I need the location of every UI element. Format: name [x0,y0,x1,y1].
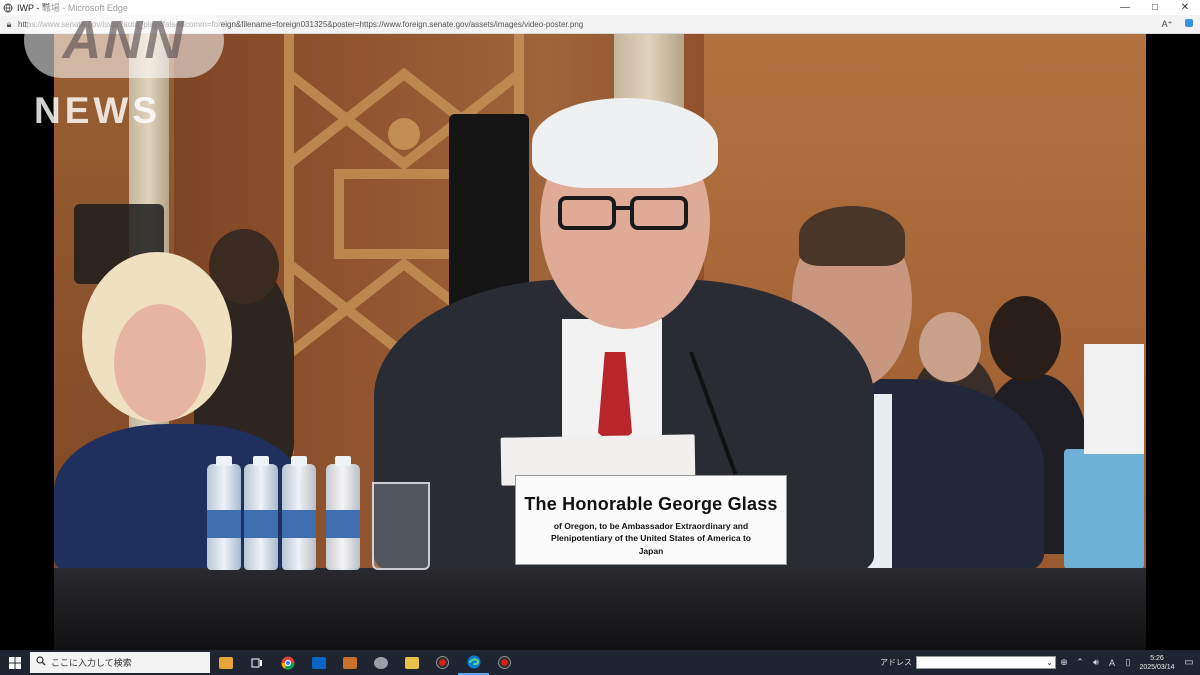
address-toolbar-label: アドレス [880,658,912,667]
hearing-table [54,568,1146,650]
nameplate: The Honorable George Glass of Oregon, to… [515,475,787,565]
minimize-button[interactable]: — [1110,0,1140,15]
chrome-icon[interactable] [272,650,303,675]
network-icon[interactable]: ▯ [1120,657,1136,668]
file-explorer-icon[interactable] [396,650,427,675]
water-bottle [326,456,360,570]
taskbar-clock[interactable]: 5:26 2025/03/14 [1136,654,1178,672]
search-icon [36,656,46,669]
clock-time: 5:26 [1150,654,1164,662]
read-aloud-icon[interactable]: A⁺ [1156,19,1178,30]
news-logo-text: NEWS [34,90,161,131]
chevron-down-icon[interactable]: ⌄ [1046,658,1053,667]
drinking-glass [372,482,430,570]
lock-icon[interactable]: 🔒︎ [0,19,18,30]
water-bottle [282,456,316,570]
speaker-glasses [558,196,688,230]
task-view-icon[interactable] [241,650,272,675]
browser-app-icon [3,3,13,13]
windows-start-icon[interactable] [0,650,30,675]
seated-woman-face [114,304,206,422]
tissue-paper [1084,344,1144,454]
record-icon[interactable] [427,650,458,675]
record-icon[interactable] [489,650,520,675]
copilot-icon[interactable] [1178,18,1200,30]
briefcase-icon[interactable] [210,650,241,675]
water-bottle [244,456,278,570]
ann-news-logo: ANN NEWS [24,2,224,131]
search-placeholder: ここに入力して検索 [51,658,132,668]
maximize-button[interactable]: □ [1140,0,1170,15]
go-arrow-icon[interactable]: ⊕ [1056,657,1072,668]
audience-member-head [989,296,1061,381]
tissue-box [1064,449,1144,569]
windows-taskbar: ここに入力して検索 アドレス ⌄ ⊕ ⌃ 🔊︎ A ▯ 5:26 2025/03… [0,650,1200,675]
taskbar-search-box[interactable]: ここに入力して検索 [30,652,210,673]
notification-icon[interactable]: ▭ [1178,657,1200,668]
edge-icon[interactable] [458,650,489,675]
address-toolbar-input[interactable]: ⌄ [916,656,1056,669]
volume-icon[interactable]: 🔊︎ [1088,657,1104,668]
seated-man-hair [799,206,905,266]
close-button[interactable]: ✕ [1170,0,1200,15]
water-bottle [207,456,241,570]
audience-member-head [919,312,981,382]
mascot-app-icon[interactable] [365,650,396,675]
speaker-white-hair [532,98,718,188]
chevron-up-icon[interactable]: ⌃ [1072,657,1088,668]
nameplate-line-1: of Oregon, to be Ambassador Extraordinar… [553,521,749,531]
media-app-icon[interactable] [334,650,365,675]
nameplate-name: The Honorable George Glass [524,494,778,514]
ann-logo-text: ANN [24,2,224,78]
ime-icon[interactable]: A [1104,658,1120,668]
nameplate-country: Japan [638,546,664,556]
nameplate-line-2: Plenipotentiary of the United States of … [551,533,751,543]
outlook-icon[interactable] [303,650,334,675]
clock-date: 2025/03/14 [1139,663,1175,671]
